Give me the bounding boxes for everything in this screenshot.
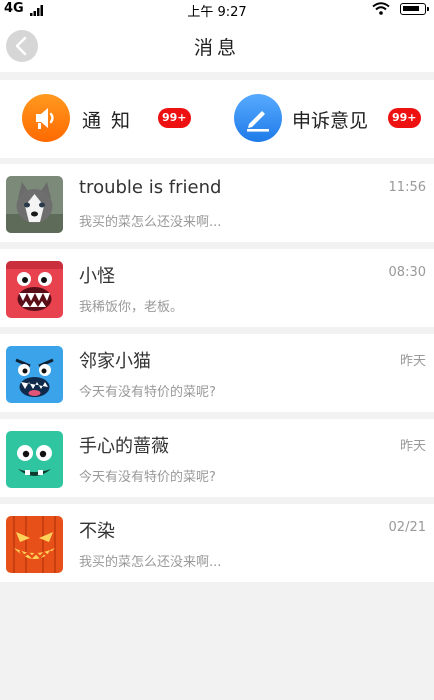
message-preview: 我买的菜怎么还没来啊... bbox=[79, 555, 222, 570]
complaint-label: 申诉意见 bbox=[292, 110, 369, 132]
edit-icon bbox=[247, 111, 269, 132]
message-item[interactable]: 邻家小猫 昨天 今天有没有特价的菜呢? bbox=[0, 334, 434, 412]
message-time: 昨天 bbox=[399, 439, 426, 454]
message-item[interactable]: trouble is friend 11:56 我买的菜怎么还没来啊... bbox=[0, 164, 434, 242]
blue-monster-avatar bbox=[6, 346, 63, 403]
status-bar: 4G 上午 9:27 bbox=[0, 0, 434, 20]
message-item[interactable]: 手心的蔷薇 昨天 今天有没有特价的菜呢? bbox=[0, 419, 434, 497]
message-time: 08:30 bbox=[388, 265, 426, 280]
nav-bar: 消息 bbox=[0, 18, 434, 72]
contact-name: 邻家小猫 bbox=[79, 351, 151, 372]
contact-name: 小怪 bbox=[79, 266, 115, 287]
message-preview: 我稀饭你，老板。 bbox=[79, 300, 184, 315]
notification-button[interactable]: 通知 99+ bbox=[22, 94, 192, 144]
pumpkin-monster-avatar bbox=[6, 516, 63, 573]
notification-icon-circle bbox=[22, 94, 70, 142]
green-monster-avatar bbox=[6, 431, 63, 488]
message-item[interactable]: 不染 02/21 我买的菜怎么还没来啊... bbox=[0, 504, 434, 582]
message-preview: 今天有没有特价的菜呢? bbox=[79, 385, 216, 400]
husky-dog-avatar bbox=[6, 176, 63, 233]
notification-badge: 99+ bbox=[158, 108, 191, 128]
contact-name: 不染 bbox=[79, 521, 115, 542]
complaint-badge: 99+ bbox=[388, 108, 421, 128]
contact-name: 手心的蔷薇 bbox=[79, 436, 169, 457]
message-time: 昨天 bbox=[399, 354, 426, 369]
message-item[interactable]: 小怪 08:30 我稀饭你，老板。 bbox=[0, 249, 434, 327]
quick-actions-bar: 通知 99+ 申诉意见 99+ bbox=[0, 80, 434, 158]
red-monster-avatar bbox=[6, 261, 63, 318]
message-list: trouble is friend 11:56 我买的菜怎么还没来啊... 小怪… bbox=[0, 164, 434, 589]
page-title: 消息 bbox=[193, 37, 240, 59]
contact-name: trouble is friend bbox=[79, 177, 222, 198]
speaker-icon bbox=[36, 108, 54, 129]
complaint-feedback-button[interactable]: 申诉意见 99+ bbox=[234, 94, 424, 144]
message-time: 11:56 bbox=[388, 180, 426, 195]
battery-icon bbox=[400, 3, 429, 15]
message-time: 02/21 bbox=[388, 520, 426, 535]
message-preview: 我买的菜怎么还没来啊... bbox=[79, 215, 222, 230]
wifi-icon bbox=[372, 2, 390, 15]
message-preview: 今天有没有特价的菜呢? bbox=[79, 470, 216, 485]
complaint-icon-circle bbox=[234, 94, 282, 142]
notification-label: 通知 bbox=[82, 110, 141, 132]
